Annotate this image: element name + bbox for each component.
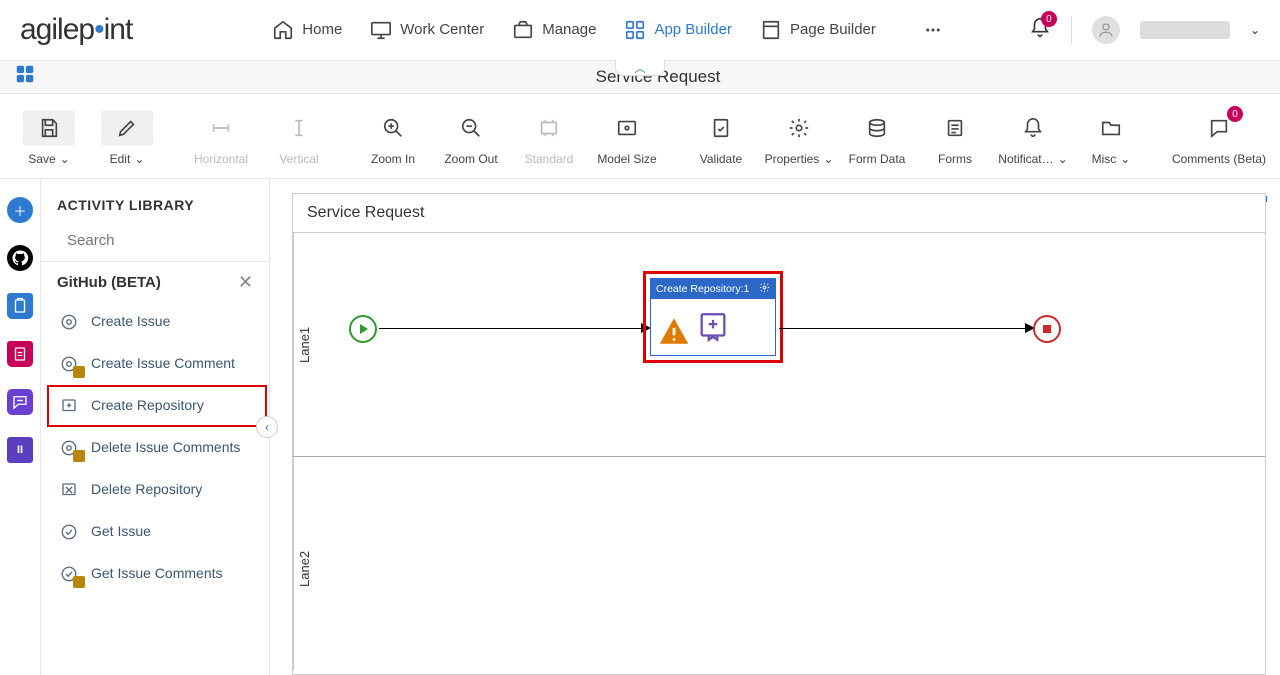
nav-home[interactable]: Home (272, 19, 342, 41)
activity-get-issue-comments[interactable]: Get Issue Comments (47, 553, 267, 595)
lane-1-label[interactable]: Lane1 (293, 233, 315, 456)
activity-get-issue[interactable]: Get Issue (47, 511, 267, 553)
logo: agilep•int (20, 13, 172, 47)
user-avatar[interactable] (1092, 16, 1120, 44)
warning-icon (657, 314, 691, 351)
strip-document[interactable] (7, 341, 33, 367)
database-icon (866, 117, 888, 139)
more-icon (924, 21, 942, 39)
user-name (1140, 21, 1230, 39)
activity-delete-repository[interactable]: Delete Repository (47, 469, 267, 511)
activity-create-repository[interactable]: Create Repository (47, 385, 267, 427)
app-switcher[interactable] (14, 63, 36, 91)
connector-1[interactable] (379, 328, 647, 329)
activity-node-create-repository[interactable]: Create Repository:1 (650, 278, 776, 356)
divider (1071, 16, 1072, 44)
sidebar-title: ACTIVITY LIBRARY (41, 179, 269, 223)
nav-page-builder[interactable]: Page Builder (760, 19, 876, 41)
activity-delete-issue-comments[interactable]: Delete Issue Comments (47, 427, 267, 469)
chat-icon (11, 393, 29, 411)
connector-2[interactable] (779, 328, 1031, 329)
repo-plus-icon (57, 394, 81, 418)
validate-icon (710, 117, 732, 139)
lane-2-label[interactable]: Lane2 (293, 457, 315, 670)
category-name: GitHub (BETA) (57, 274, 161, 291)
fit-screen-icon (616, 117, 638, 139)
user-menu-chevron[interactable]: ⌄ (1250, 23, 1260, 37)
activity-node-highlight: Create Repository:1 (643, 271, 783, 363)
canvas-title: Service Request (293, 194, 1265, 232)
notification-badge: 0 (1041, 11, 1057, 27)
align-horizontal-icon (210, 117, 232, 139)
person-icon (1097, 21, 1115, 39)
zoom-out-icon (460, 117, 482, 139)
pencil-icon (116, 117, 138, 139)
properties-button[interactable]: Properties⌄ (760, 104, 838, 172)
fit-standard-icon (538, 117, 560, 139)
vertical-button[interactable]: Vertical (260, 104, 338, 172)
collapse-toolbar-handle[interactable]: ︿ (615, 60, 665, 76)
target-icon (57, 310, 81, 334)
align-vertical-icon (288, 117, 310, 139)
grid-icon (14, 63, 36, 85)
nav-more[interactable] (924, 21, 942, 39)
gear-icon (788, 117, 810, 139)
monitor-icon (370, 19, 392, 41)
strip-github[interactable] (7, 245, 33, 271)
target-delete-icon (57, 436, 81, 460)
horizontal-button[interactable]: Horizontal (182, 104, 260, 172)
end-node[interactable] (1033, 315, 1061, 343)
zoom-out-button[interactable]: Zoom Out (432, 104, 510, 172)
form-data-button[interactable]: Form Data (838, 104, 916, 172)
forms-icon (944, 117, 966, 139)
validate-button[interactable]: Validate (682, 104, 760, 172)
target-check-icon (57, 520, 81, 544)
target-check-comment-icon (57, 562, 81, 586)
notifications-button[interactable]: Notificat…⌄ (994, 104, 1072, 172)
repo-delete-icon (57, 478, 81, 502)
search-input[interactable] (67, 232, 266, 249)
target-comment-icon (57, 352, 81, 376)
zoom-in-icon (382, 117, 404, 139)
strip-add[interactable]: ＋ (7, 197, 33, 223)
save-icon (38, 117, 60, 139)
comment-icon (1208, 117, 1230, 139)
strip-chat[interactable] (7, 389, 33, 415)
edit-button[interactable]: Edit⌄ (88, 104, 166, 172)
activity-title: Create Repository:1 (656, 283, 749, 295)
strip-columns[interactable]: II (7, 437, 33, 463)
activity-gear-icon[interactable] (759, 282, 770, 296)
nav-app-builder[interactable]: App Builder (624, 19, 732, 41)
home-icon (272, 19, 294, 41)
notifications-bell[interactable]: 0 (1029, 17, 1051, 42)
nav-manage[interactable]: Manage (512, 19, 596, 41)
forms-button[interactable]: Forms (916, 104, 994, 172)
nav-work-center[interactable]: Work Center (370, 19, 484, 41)
page-icon (760, 19, 782, 41)
apps-icon (624, 19, 646, 41)
standard-button[interactable]: Standard (510, 104, 588, 172)
bell-icon (1022, 117, 1044, 139)
start-node[interactable] (349, 315, 377, 343)
clipboard-icon (11, 297, 29, 315)
zoom-in-button[interactable]: Zoom In (354, 104, 432, 172)
activity-create-issue-comment[interactable]: Create Issue Comment (47, 343, 267, 385)
doc-icon (11, 345, 29, 363)
sidebar-collapse-handle[interactable]: ‹ (256, 416, 278, 438)
close-category[interactable]: ✕ (238, 272, 253, 293)
model-size-button[interactable]: Model Size (588, 104, 666, 172)
comments-button[interactable]: 0 Comments (Beta) (1168, 104, 1270, 172)
activity-create-issue[interactable]: Create Issue (47, 301, 267, 343)
briefcase-icon (512, 19, 534, 41)
comments-badge: 0 (1227, 106, 1243, 122)
strip-clipboard[interactable] (7, 293, 33, 319)
github-icon (11, 249, 29, 267)
repo-plus-large-icon (696, 310, 730, 344)
misc-button[interactable]: Misc⌄ (1072, 104, 1150, 172)
save-button[interactable]: Save⌄ (10, 104, 88, 172)
folder-icon (1100, 117, 1122, 139)
